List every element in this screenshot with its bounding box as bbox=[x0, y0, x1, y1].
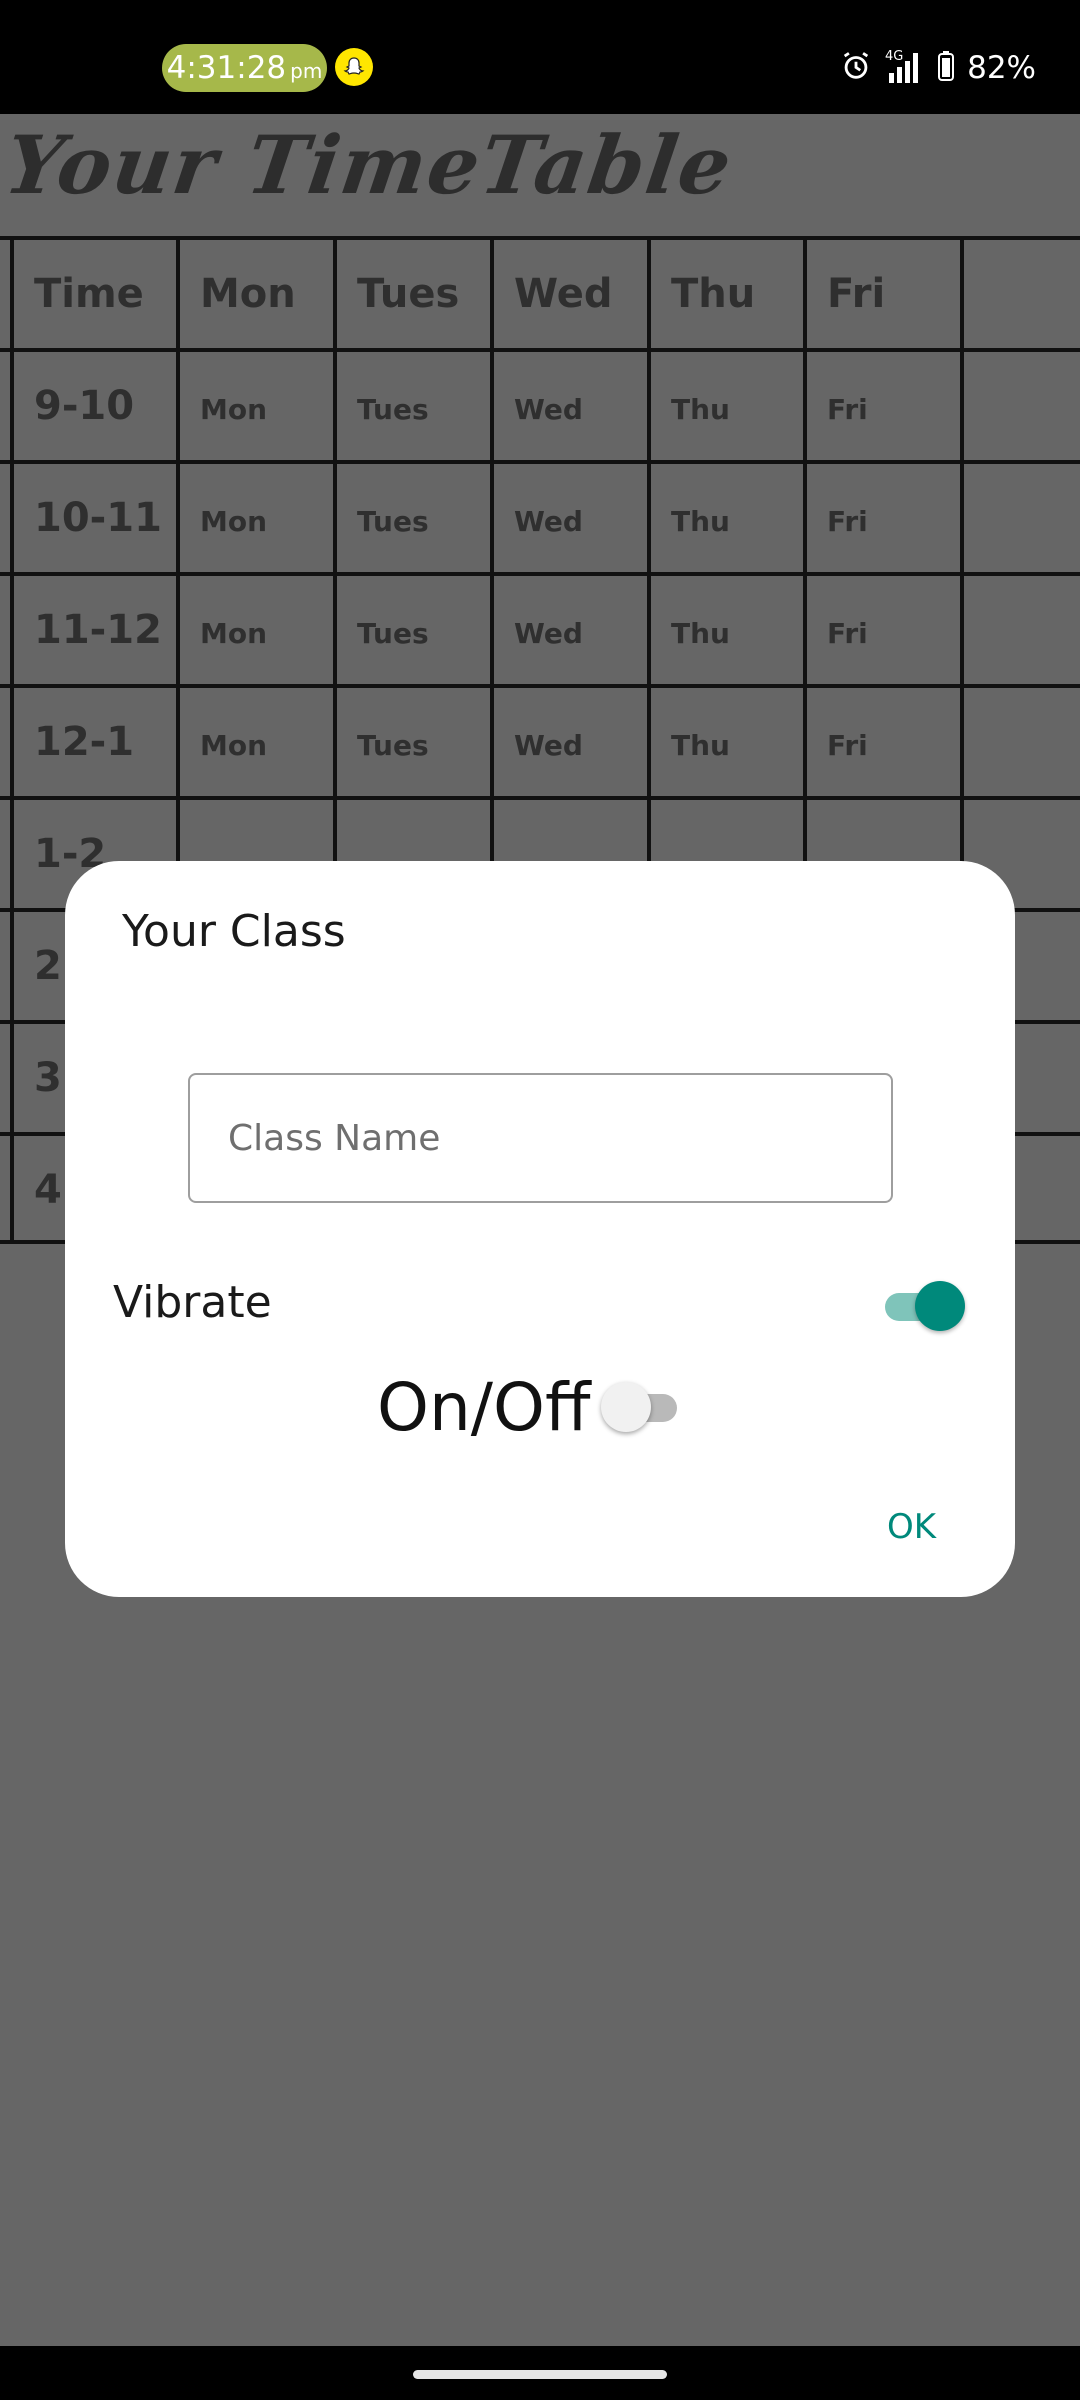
battery-icon bbox=[937, 50, 955, 86]
class-cell[interactable]: Mon bbox=[176, 688, 333, 796]
alarm-icon bbox=[839, 49, 873, 87]
class-cell[interactable]: Thu bbox=[647, 576, 803, 684]
class-cell[interactable]: Tues bbox=[333, 576, 490, 684]
class-cell[interactable]: Fri bbox=[803, 352, 960, 460]
class-cell[interactable]: Wed bbox=[490, 576, 647, 684]
table-row: 12-1 Mon Tues Wed Thu Fri bbox=[0, 684, 1080, 796]
navigation-bar bbox=[0, 2346, 1080, 2400]
class-cell-empty bbox=[960, 464, 1080, 572]
class-cell[interactable]: Mon bbox=[176, 352, 333, 460]
time-slot-cell: 12-1 bbox=[10, 688, 176, 796]
table-row: 11-12 Mon Tues Wed Thu Fri bbox=[0, 572, 1080, 684]
svg-text:4G: 4G bbox=[885, 49, 903, 64]
dialog-title: Your Class bbox=[122, 906, 346, 957]
class-cell[interactable]: Thu bbox=[647, 352, 803, 460]
class-cell[interactable]: Tues bbox=[333, 352, 490, 460]
class-cell[interactable]: Fri bbox=[803, 688, 960, 796]
class-name-field[interactable] bbox=[188, 1073, 893, 1203]
header-cell: Time bbox=[10, 240, 176, 348]
class-name-input[interactable] bbox=[226, 1116, 891, 1160]
class-cell[interactable]: Tues bbox=[333, 688, 490, 796]
class-cell[interactable]: Fri bbox=[803, 576, 960, 684]
status-time: 4:31:28 bbox=[166, 50, 287, 86]
ok-button[interactable]: OK bbox=[887, 1507, 936, 1547]
class-cell-empty bbox=[960, 352, 1080, 460]
class-cell[interactable]: Mon bbox=[176, 576, 333, 684]
class-cell[interactable]: Wed bbox=[490, 352, 647, 460]
4g-signal-icon: 4G bbox=[885, 47, 925, 89]
onoff-label: On/Off bbox=[377, 1369, 591, 1446]
time-slot-cell: 9-10 bbox=[10, 352, 176, 460]
class-cell[interactable]: Fri bbox=[803, 464, 960, 572]
time-slot-cell: 10-11 bbox=[10, 464, 176, 572]
battery-percent: 82% bbox=[967, 50, 1036, 86]
header-cell-empty bbox=[960, 240, 1080, 348]
class-cell[interactable]: Wed bbox=[490, 688, 647, 796]
header-row: Time Mon Tues Wed Thu Fri bbox=[0, 236, 1080, 348]
header-cell: Fri bbox=[803, 240, 960, 348]
call-timer-pill[interactable]: 4:31:28 pm bbox=[162, 44, 327, 92]
onoff-toggle[interactable] bbox=[601, 1382, 683, 1434]
class-cell[interactable]: Wed bbox=[490, 464, 647, 572]
table-row: 9-10 Mon Tues Wed Thu Fri bbox=[0, 348, 1080, 460]
vibrate-toggle-thumb bbox=[915, 1281, 965, 1331]
onoff-toggle-thumb bbox=[601, 1382, 651, 1432]
class-cell[interactable]: Thu bbox=[647, 464, 803, 572]
header-cell: Thu bbox=[647, 240, 803, 348]
status-icons: 4G 82% bbox=[839, 44, 1036, 92]
class-cell[interactable]: Thu bbox=[647, 688, 803, 796]
class-cell-empty bbox=[960, 576, 1080, 684]
snapchat-icon bbox=[335, 48, 373, 86]
class-dialog: Your Class Vibrate On/Off OK bbox=[65, 861, 1015, 1597]
app-title: Your TimeTable bbox=[0, 118, 739, 212]
status-bar: 4:31:28 pm 4G 82% bbox=[0, 0, 1080, 114]
home-indicator[interactable] bbox=[413, 2370, 667, 2379]
status-ampm: pm bbox=[290, 59, 323, 83]
table-row: 10-11 Mon Tues Wed Thu Fri bbox=[0, 460, 1080, 572]
vibrate-label: Vibrate bbox=[113, 1277, 272, 1328]
class-cell[interactable]: Mon bbox=[176, 464, 333, 572]
class-cell[interactable]: Tues bbox=[333, 464, 490, 572]
class-cell-empty bbox=[960, 688, 1080, 796]
header-cell: Tues bbox=[333, 240, 490, 348]
header-cell: Wed bbox=[490, 240, 647, 348]
time-slot-cell: 11-12 bbox=[10, 576, 176, 684]
vibrate-toggle[interactable] bbox=[885, 1281, 965, 1333]
header-cell: Mon bbox=[176, 240, 333, 348]
